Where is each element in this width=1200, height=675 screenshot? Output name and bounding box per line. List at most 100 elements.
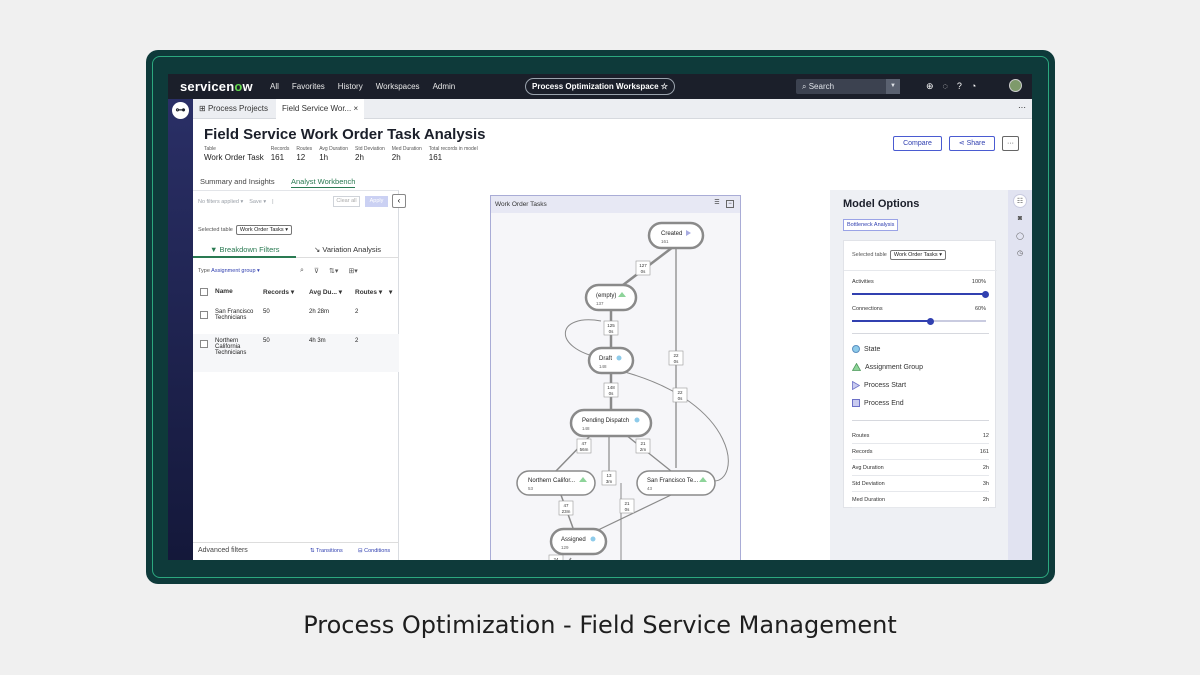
- database-icon[interactable]: ◙: [1013, 212, 1027, 226]
- type-value: Assignment group ▾: [211, 268, 260, 274]
- metric-avg-duration: Avg Duration 2h: [852, 460, 989, 476]
- col-records[interactable]: Records ▾: [263, 288, 294, 296]
- search-scope-dropdown[interactable]: ▼: [886, 79, 900, 94]
- type-selector[interactable]: Type Assignment group ▾: [198, 268, 260, 274]
- node-empty[interactable]: (empty) 137: [584, 283, 638, 312]
- workspace-pill[interactable]: Process Optimization Workspace ☆: [525, 78, 675, 95]
- workspace-tree-icon[interactable]: ⊶: [172, 102, 189, 119]
- sliders-icon[interactable]: ☷: [1013, 194, 1027, 208]
- tab-breakdown-filters[interactable]: ▼ Breakdown Filters: [210, 245, 280, 254]
- edge-label-count: 148: [607, 385, 615, 390]
- edge-label-count: 22: [677, 390, 683, 395]
- sort-icon[interactable]: ⇅▾: [329, 267, 338, 275]
- table-header: Name Records ▾ Avg Du... ▾ Routes ▾ ▾: [198, 287, 396, 299]
- card-divider: [852, 420, 989, 421]
- compare-button[interactable]: Compare: [893, 136, 942, 151]
- edge-label: 4723m: [558, 500, 574, 516]
- col-avg-duration[interactable]: Avg Du... ▾: [309, 288, 342, 296]
- table-row[interactable]: San Francisco Technicians 50 2h 28m 2: [193, 305, 399, 333]
- help-icon[interactable]: ?: [957, 81, 962, 92]
- edge-label-count: 13: [606, 473, 612, 478]
- nav-all[interactable]: All: [270, 82, 279, 91]
- comment-icon[interactable]: ◯: [1013, 230, 1027, 244]
- search-input[interactable]: ⌕ Search ▼: [796, 79, 900, 94]
- nav-history[interactable]: History: [338, 82, 363, 91]
- node-created[interactable]: Created 161: [647, 221, 705, 250]
- node-assigned[interactable]: Assigned 129: [549, 527, 608, 556]
- node-san-francisco[interactable]: San Francisco Te... 43: [636, 470, 716, 496]
- process-map-graph: 1270s 1250s 220s 1480s 220s 4756m 212m 1…: [516, 221, 729, 560]
- filter-icon[interactable]: ⊽: [314, 267, 319, 275]
- nav-admin[interactable]: Admin: [433, 82, 456, 91]
- apply-button[interactable]: Apply: [365, 196, 388, 207]
- history-icon[interactable]: ◷: [1013, 247, 1027, 261]
- process-end-icon: [852, 399, 860, 407]
- search-placeholder: Search: [808, 82, 835, 91]
- tab-more-icon[interactable]: ···: [1018, 99, 1026, 117]
- edge-label: 1250s: [603, 320, 619, 336]
- model-options-panel: Model Options Bottleneck Analysis Select…: [830, 190, 1008, 560]
- tab-summary-insights[interactable]: Summary and Insights: [200, 177, 275, 186]
- connections-slider-rest: [932, 320, 986, 322]
- tab-variation-analysis[interactable]: ↘ Variation Analysis: [314, 245, 381, 254]
- header-more-button[interactable]: ···: [1002, 136, 1019, 151]
- save-dropdown[interactable]: Save ▾: [249, 199, 266, 205]
- chat-icon[interactable]: ◌: [943, 81, 948, 92]
- row-checkbox[interactable]: [200, 340, 208, 348]
- user-avatar[interactable]: [1009, 79, 1022, 92]
- legend-process-start: Process Start: [852, 381, 906, 390]
- process-map-canvas[interactable]: Work Order Tasks ☰ − 127 0s 125 0s 22 0s…: [399, 190, 830, 560]
- model-selected-table-dropdown[interactable]: Work Order Tasks ▾: [889, 250, 946, 260]
- collapse-panel-button[interactable]: ‹: [392, 194, 406, 208]
- tab-field-service[interactable]: Field Service Wor... ×: [276, 99, 365, 119]
- nav-favorites[interactable]: Favorites: [292, 82, 325, 91]
- connections-slider-track[interactable]: [852, 320, 932, 322]
- transitions-link[interactable]: ⇅ Transitions: [310, 548, 343, 554]
- select-all-checkbox[interactable]: [200, 288, 208, 296]
- table-row[interactable]: Northern California Technicians 50 4h 3m…: [193, 334, 399, 372]
- activities-slider-knob[interactable]: [982, 290, 989, 298]
- edge-label-count: 47: [563, 503, 569, 508]
- clear-all-button[interactable]: Clear all: [333, 196, 360, 207]
- col-name[interactable]: Name: [215, 288, 233, 295]
- nav-workspaces[interactable]: Workspaces: [376, 82, 420, 91]
- edge-label-count: 21: [640, 441, 646, 446]
- tab-analyst-workbench[interactable]: Analyst Workbench: [291, 177, 356, 188]
- selected-table-dropdown[interactable]: Work Order Tasks ▾: [235, 225, 292, 235]
- tab-process-projects[interactable]: ⊞ Process Projects: [193, 99, 274, 119]
- minimize-icon[interactable]: −: [726, 200, 734, 208]
- stat-std-deviation-label: Std Deviation: [355, 146, 385, 152]
- node-pending-dispatch[interactable]: Pending Dispatch 148: [569, 408, 653, 438]
- stat-avg-duration-label: Avg Duration: [319, 146, 349, 152]
- hierarchy-icon: ⊞: [199, 104, 208, 113]
- metric-routes-value: 12: [982, 433, 989, 439]
- legend-process-end-label: Process End: [864, 399, 904, 407]
- top-navigation: servicenow All Favorites History Workspa…: [168, 74, 1032, 99]
- share-button-label: Share: [966, 140, 986, 147]
- close-icon[interactable]: ×: [353, 104, 358, 113]
- legend-assignment-group: Assignment Group: [852, 363, 923, 371]
- conditions-label: Conditions: [364, 548, 391, 554]
- servicenow-logo[interactable]: servicenow: [180, 79, 253, 94]
- col-options[interactable]: ▾: [389, 288, 392, 296]
- globe-icon[interactable]: ⊕: [926, 81, 934, 92]
- connections-slider-knob[interactable]: [927, 317, 934, 325]
- conditions-link[interactable]: ⊟ Conditions: [358, 548, 390, 554]
- share-button[interactable]: ⋖ Share: [949, 136, 995, 151]
- search-icon[interactable]: ⌕: [300, 267, 304, 275]
- edge-label-duration: 3m: [606, 479, 613, 484]
- node-draft[interactable]: Draft 148: [587, 346, 635, 375]
- right-rail: ☷ ◙ ◯ ◷: [1008, 190, 1032, 560]
- model-selected-table-row: Selected table Work Order Tasks ▾: [852, 250, 946, 260]
- bell-icon[interactable]: ◔: [971, 81, 976, 92]
- bottleneck-analysis-badge[interactable]: Bottleneck Analysis: [843, 219, 899, 231]
- activities-slider-track[interactable]: [852, 293, 986, 295]
- edge-label-duration: 23m: [562, 509, 571, 514]
- node-northern-california[interactable]: Northern Califor... 53: [516, 470, 596, 496]
- col-routes[interactable]: Routes ▾: [355, 288, 382, 296]
- columns-icon[interactable]: ⊞▾: [348, 267, 357, 275]
- list-icon[interactable]: ☰: [713, 200, 721, 208]
- row-checkbox[interactable]: [200, 311, 208, 319]
- advanced-filters-label[interactable]: Advanced filters: [198, 547, 248, 554]
- filters-dropdown[interactable]: No filters applied ▾: [198, 199, 243, 205]
